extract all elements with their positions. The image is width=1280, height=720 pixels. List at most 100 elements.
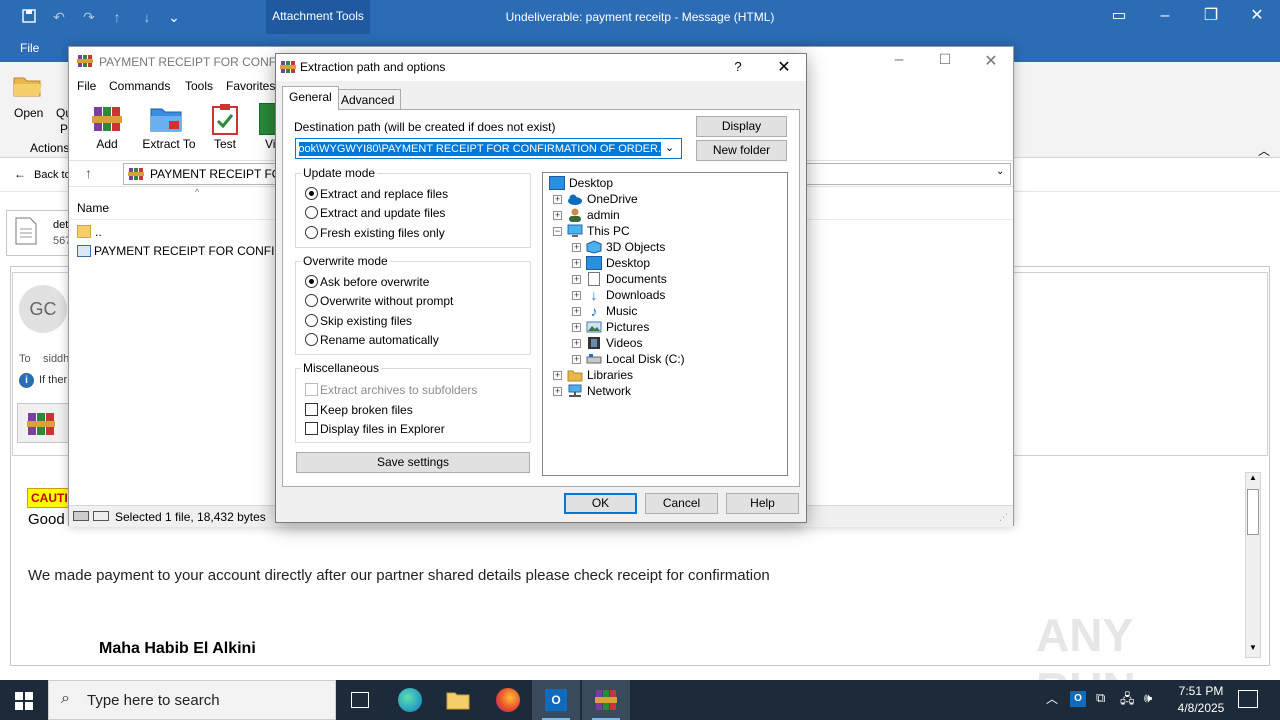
- tree-node-this-pc[interactable]: − This PC: [545, 223, 785, 239]
- column-name-header[interactable]: Name: [77, 201, 109, 215]
- minimize-button[interactable]: –: [1142, 0, 1188, 34]
- windows-start-icon[interactable]: [15, 692, 33, 710]
- checkbox-keep-broken[interactable]: [305, 403, 318, 416]
- menu-tools[interactable]: Tools: [185, 79, 213, 93]
- rar-close-button[interactable]: ✕: [977, 51, 1005, 71]
- tree-node-pictures[interactable]: + Pictures: [545, 319, 785, 335]
- explorer-taskbar-button[interactable]: [434, 680, 482, 720]
- option-fresh-existing[interactable]: Fresh existing files only: [320, 226, 445, 240]
- arrow-down-icon[interactable]: ↓: [138, 8, 156, 26]
- back-to-link[interactable]: Back to: [34, 169, 71, 181]
- scroll-down-icon[interactable]: ▼: [1247, 643, 1259, 657]
- rar-minimize-button[interactable]: –: [885, 51, 913, 69]
- path-dropdown-icon[interactable]: ⌄: [665, 141, 674, 154]
- close-button[interactable]: ✕: [1234, 0, 1280, 34]
- tree-node-desktop[interactable]: Desktop: [545, 175, 785, 191]
- clock-date[interactable]: 4/8/2025: [1166, 701, 1236, 715]
- ok-button[interactable]: OK: [564, 493, 637, 514]
- tree-node-admin[interactable]: + admin: [545, 207, 785, 223]
- expand-icon[interactable]: +: [553, 211, 562, 220]
- new-folder-button[interactable]: New folder: [696, 140, 787, 161]
- rar-maximize-button[interactable]: ☐: [931, 51, 959, 68]
- tab-advanced[interactable]: Advanced: [334, 89, 402, 111]
- network-tray-icon[interactable]: 🖧: [1120, 690, 1135, 712]
- expand-icon[interactable]: +: [572, 339, 581, 348]
- device-icon[interactable]: ⧉: [1096, 690, 1105, 706]
- tab-file[interactable]: File: [20, 41, 39, 55]
- attachment-winrar-tile[interactable]: [17, 403, 69, 443]
- tree-node-libraries[interactable]: + Libraries: [545, 367, 785, 383]
- expand-icon[interactable]: +: [553, 387, 562, 396]
- show-hidden-icons[interactable]: ︿: [1046, 690, 1058, 707]
- help-title-button[interactable]: ?: [724, 59, 752, 74]
- radio-fresh-existing[interactable]: [305, 226, 318, 239]
- expand-icon[interactable]: +: [572, 307, 581, 316]
- clock-time[interactable]: 7:51 PM: [1166, 684, 1236, 698]
- tree-node-videos[interactable]: + Videos: [545, 335, 785, 351]
- option-overwrite-without[interactable]: Overwrite without prompt: [320, 294, 453, 308]
- collapse-ribbon-icon[interactable]: ︿: [1258, 142, 1270, 159]
- taskbar-search-box[interactable]: ⌕ Type here to search: [48, 680, 336, 720]
- expand-icon[interactable]: +: [572, 243, 581, 252]
- open-folder-icon[interactable]: [12, 72, 44, 100]
- radio-ask-before[interactable]: [305, 275, 318, 288]
- display-button[interactable]: Display: [696, 116, 787, 137]
- outlook-taskbar-button[interactable]: O: [532, 680, 580, 720]
- radio-overwrite-without[interactable]: [305, 294, 318, 307]
- extract-to-button[interactable]: Extract To: [139, 101, 196, 159]
- back-arrow-icon[interactable]: ←: [14, 167, 26, 181]
- radio-extract-update[interactable]: [305, 206, 318, 219]
- view-button[interactable]: Vi: [257, 101, 277, 159]
- attachment-tools-tab[interactable]: Attachment Tools: [266, 0, 370, 34]
- option-keep-broken[interactable]: Keep broken files: [320, 403, 413, 417]
- menu-commands[interactable]: Commands: [109, 79, 170, 93]
- destination-path-combo[interactable]: .Outlook\WYGWYI80\PAYMENT RECEIPT FOR CO…: [295, 138, 682, 159]
- expand-icon[interactable]: +: [553, 195, 562, 204]
- save-settings-button[interactable]: Save settings: [296, 452, 530, 473]
- tree-node-local-disk[interactable]: + Local Disk (C:): [545, 351, 785, 367]
- tree-node-network[interactable]: + Network: [545, 383, 785, 399]
- radio-rename-auto[interactable]: [305, 333, 318, 346]
- radio-skip-existing[interactable]: [305, 314, 318, 327]
- menu-favorites[interactable]: Favorites: [226, 79, 275, 93]
- option-display-explorer[interactable]: Display files in Explorer: [320, 422, 445, 436]
- tree-node-pc-desktop[interactable]: + Desktop: [545, 255, 785, 271]
- test-button[interactable]: Test: [205, 101, 245, 159]
- dialog-close-button[interactable]: ✕: [770, 57, 798, 77]
- tree-node-3d-objects[interactable]: + 3D Objects: [545, 239, 785, 255]
- tab-general[interactable]: General: [282, 86, 339, 110]
- expand-icon[interactable]: +: [572, 259, 581, 268]
- option-ask-before[interactable]: Ask before overwrite: [320, 275, 429, 289]
- option-skip-existing[interactable]: Skip existing files: [320, 314, 412, 328]
- message-scrollbar[interactable]: ▲ ▼: [1245, 472, 1261, 658]
- path-dropdown-icon[interactable]: ⌄: [996, 166, 1004, 177]
- destination-path-input[interactable]: .Outlook\WYGWYI80\PAYMENT RECEIPT FOR CO…: [299, 142, 661, 156]
- expand-icon[interactable]: +: [572, 323, 581, 332]
- expand-icon[interactable]: +: [572, 291, 581, 300]
- expand-icon[interactable]: +: [572, 355, 581, 364]
- firefox-taskbar-button[interactable]: [484, 680, 532, 720]
- edge-taskbar-button[interactable]: [386, 680, 434, 720]
- customize-qat-icon[interactable]: ⌄: [165, 8, 183, 26]
- attachment-tile[interactable]: det 567: [6, 210, 72, 256]
- scroll-up-icon[interactable]: ▲: [1247, 473, 1259, 487]
- save-icon[interactable]: [20, 8, 38, 26]
- winrar-taskbar-button[interactable]: [582, 680, 630, 720]
- radio-extract-replace[interactable]: [305, 187, 318, 200]
- collapse-icon[interactable]: −: [553, 227, 562, 236]
- expand-icon[interactable]: +: [553, 371, 562, 380]
- undo-icon[interactable]: ↶: [50, 8, 68, 26]
- outlook-tray-icon[interactable]: O: [1070, 691, 1086, 707]
- cancel-button[interactable]: Cancel: [645, 493, 718, 514]
- option-extract-update[interactable]: Extract and update files: [320, 206, 445, 220]
- tree-node-music[interactable]: + ♪ Music: [545, 303, 785, 319]
- folder-tree[interactable]: Desktop + OneDrive + admin − This PC + 3…: [542, 172, 788, 476]
- arrow-up-icon[interactable]: ↑: [108, 8, 126, 26]
- ribbon-display-icon[interactable]: ▭: [1096, 0, 1142, 34]
- menu-file[interactable]: File: [77, 79, 96, 93]
- task-view-button[interactable]: [336, 680, 384, 720]
- redo-icon[interactable]: ↷: [80, 8, 98, 26]
- add-button[interactable]: Add: [87, 101, 127, 159]
- tree-node-onedrive[interactable]: + OneDrive: [545, 191, 785, 207]
- help-button[interactable]: Help: [726, 493, 799, 514]
